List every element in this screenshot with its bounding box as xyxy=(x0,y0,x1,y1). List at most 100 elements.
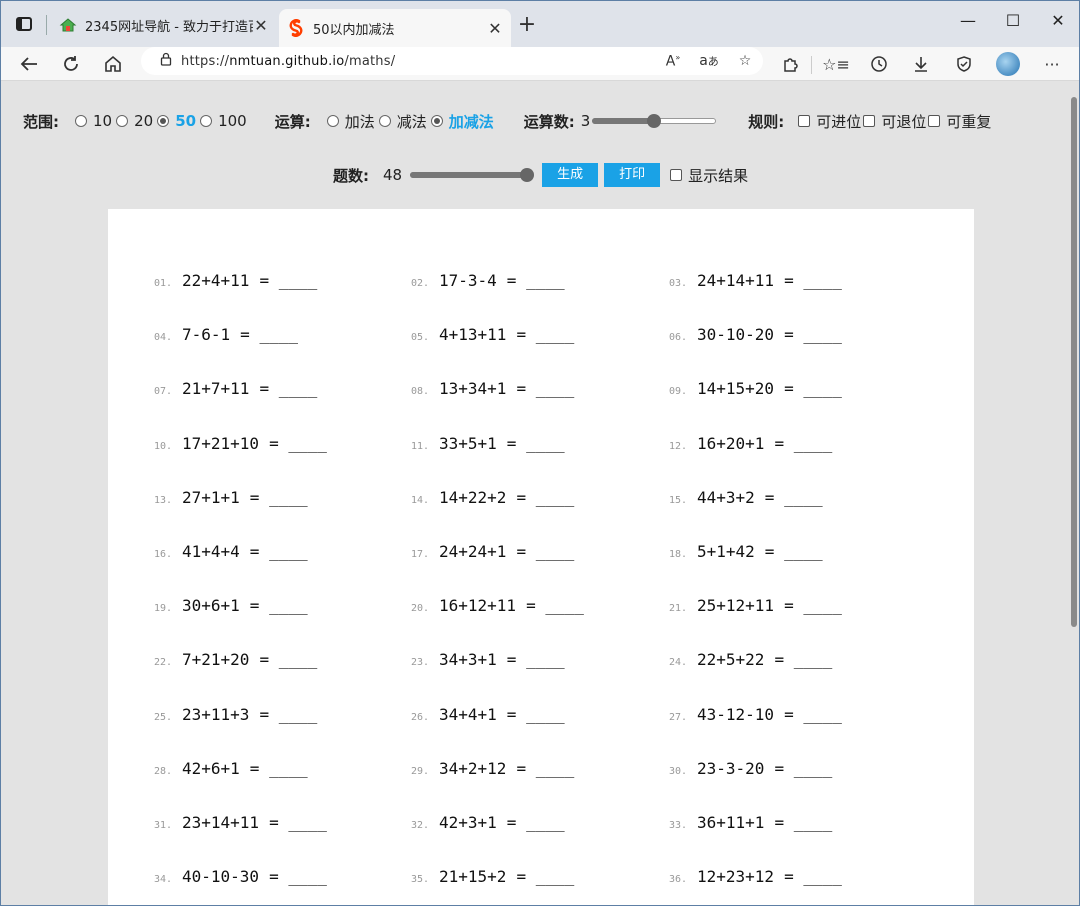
answer-blank: = ____ xyxy=(516,867,575,887)
answer-blank: = ____ xyxy=(259,650,318,670)
answer-blank: = ____ xyxy=(259,704,318,724)
slider-knob[interactable] xyxy=(520,168,535,182)
tab-2345[interactable]: 2345网址导航 - 致力于打造百年 ✕ xyxy=(51,9,277,41)
problem-item: 05. 4+13+11 = ____ xyxy=(411,325,574,345)
problem-item: 35. 21+15+2 = ____ xyxy=(411,867,574,887)
count-value: 48 xyxy=(383,166,403,184)
problem-number: 23. xyxy=(411,657,430,669)
print-button[interactable]: 打印 xyxy=(604,163,661,187)
problem-item: 28. 42+6+1 = ____ xyxy=(154,759,308,779)
back-button[interactable] xyxy=(15,50,43,78)
problem-number: 12. xyxy=(669,440,688,452)
new-tab-button[interactable]: + xyxy=(515,12,539,37)
rule-borrow-label[interactable]: 可退位 xyxy=(881,111,926,132)
problem-item: 20. 16+12+11 = ____ xyxy=(411,596,584,616)
rule-repeat-label[interactable]: 可重复 xyxy=(946,111,991,132)
range-option-10[interactable]: 10 xyxy=(93,112,112,130)
problem-item: 31. 23+14+11 = ____ xyxy=(154,813,327,833)
problem-item: 23. 34+3+1 = ____ xyxy=(411,650,565,670)
count-slider[interactable] xyxy=(410,168,535,182)
rule-repeat-checkbox[interactable] xyxy=(928,115,941,127)
show-result-checkbox[interactable] xyxy=(670,169,683,181)
scrollbar[interactable] xyxy=(1069,81,1079,905)
range-option-20[interactable]: 20 xyxy=(134,112,153,130)
rule-carry-checkbox[interactable] xyxy=(798,115,811,127)
tab-actions-icon[interactable] xyxy=(13,13,35,35)
range-label: 范围: xyxy=(23,112,59,131)
range-option-100[interactable]: 100 xyxy=(218,112,247,130)
favorite-add-icon[interactable]: ☆ xyxy=(727,53,763,69)
divider xyxy=(811,56,812,74)
problem-item: 15. 44+3+2 = ____ xyxy=(669,488,823,508)
url-bar[interactable]: https://nmtuan.github.io/maths/ A» aあ ☆ xyxy=(141,47,763,75)
extensions-icon[interactable] xyxy=(775,50,805,78)
rule-borrow-checkbox[interactable] xyxy=(863,115,876,127)
profile-avatar[interactable] xyxy=(993,50,1023,78)
answer-blank: = ____ xyxy=(269,813,327,832)
range-radio-10[interactable] xyxy=(75,115,87,127)
answer-blank: = ____ xyxy=(774,813,833,832)
problem-expression: 7-6-1 xyxy=(182,325,231,345)
problem-number: 24. xyxy=(669,657,688,669)
answer-blank: = ____ xyxy=(784,596,842,616)
browser-essentials-icon[interactable] xyxy=(949,50,979,78)
problem-number: 32. xyxy=(411,820,430,831)
read-aloud-icon[interactable]: A» xyxy=(655,53,691,70)
answer-blank: = ____ xyxy=(516,379,575,399)
range-radio-100[interactable] xyxy=(200,115,213,127)
page-content: 范围: 10 20 50 100 运算: 加法 减法 加减法 运算数: 3 规则… xyxy=(1,81,1071,905)
problem-expression: 42+6+1 xyxy=(182,758,240,778)
slider-knob[interactable] xyxy=(647,114,662,128)
problem-number: 10. xyxy=(154,440,173,452)
problem-expression: 17-3-4 xyxy=(439,271,497,290)
close-icon[interactable]: ✕ xyxy=(487,19,503,38)
tab-title: 2345网址导航 - 致力于打造百年 xyxy=(85,19,253,35)
op-radio-mixed[interactable] xyxy=(430,115,443,127)
url-text[interactable]: https://nmtuan.github.io/maths/ xyxy=(181,54,655,69)
history-icon[interactable] xyxy=(864,50,894,78)
count-label: 题数: xyxy=(333,166,369,185)
op-option-mixed[interactable]: 加减法 xyxy=(449,111,494,132)
scrollbar-thumb[interactable] xyxy=(1071,97,1077,627)
minimize-button[interactable]: — xyxy=(953,11,983,30)
worksheet: 01. 22+4+11 = ____ 02. 17-3-4 = ____ 03. 24+14+… xyxy=(108,209,974,905)
downloads-icon[interactable] xyxy=(906,50,936,78)
problem-expression: 42+3+1 xyxy=(439,813,497,832)
op-radio-add[interactable] xyxy=(326,115,339,127)
tab-maths[interactable]: 50以内加减法 ✕ xyxy=(279,9,511,47)
immersive-reader-icon[interactable]: aあ xyxy=(691,53,727,69)
answer-blank: = ____ xyxy=(784,704,842,724)
operand-count-slider[interactable] xyxy=(592,114,717,128)
range-radio-50[interactable] xyxy=(157,115,170,127)
problem-expression: 24+14+11 xyxy=(697,271,775,290)
op-option-sub[interactable]: 减法 xyxy=(397,111,427,132)
problem-number: 36. xyxy=(669,874,688,886)
answer-blank: = ____ xyxy=(784,867,842,887)
url-prefix: https:// xyxy=(181,53,230,69)
problem-number: 18. xyxy=(669,549,688,560)
close-icon[interactable]: ✕ xyxy=(253,16,269,35)
show-result-label[interactable]: 显示结果 xyxy=(688,165,748,186)
problem-number: 07. xyxy=(154,386,173,398)
op-option-add[interactable]: 加法 xyxy=(345,111,375,132)
slider-fill xyxy=(592,118,655,124)
url-path: /maths/ xyxy=(344,53,396,69)
generate-button[interactable]: 生成 xyxy=(542,163,599,187)
problem-expression: 23-3-20 xyxy=(697,758,765,778)
refresh-button[interactable] xyxy=(57,50,85,78)
range-radio-20[interactable] xyxy=(116,115,129,127)
range-option-50[interactable]: 50 xyxy=(175,112,196,130)
problem-expression: 25+12+11 xyxy=(697,596,775,616)
rule-carry-label[interactable]: 可进位 xyxy=(816,111,861,132)
answer-blank: = ____ xyxy=(516,325,575,345)
maximize-button[interactable]: ☐ xyxy=(998,11,1028,30)
problem-expression: 40-10-30 xyxy=(182,867,260,887)
close-window-button[interactable]: ✕ xyxy=(1043,11,1073,30)
lock-icon[interactable] xyxy=(151,52,181,70)
home-button[interactable] xyxy=(99,50,127,78)
more-menu-icon[interactable]: ··· xyxy=(1037,50,1067,78)
problem-expression: 43-12-10 xyxy=(697,704,775,724)
op-radio-sub[interactable] xyxy=(378,115,391,127)
favorites-icon[interactable]: ☆≡ xyxy=(821,50,851,78)
problem-number: 21. xyxy=(669,603,688,615)
